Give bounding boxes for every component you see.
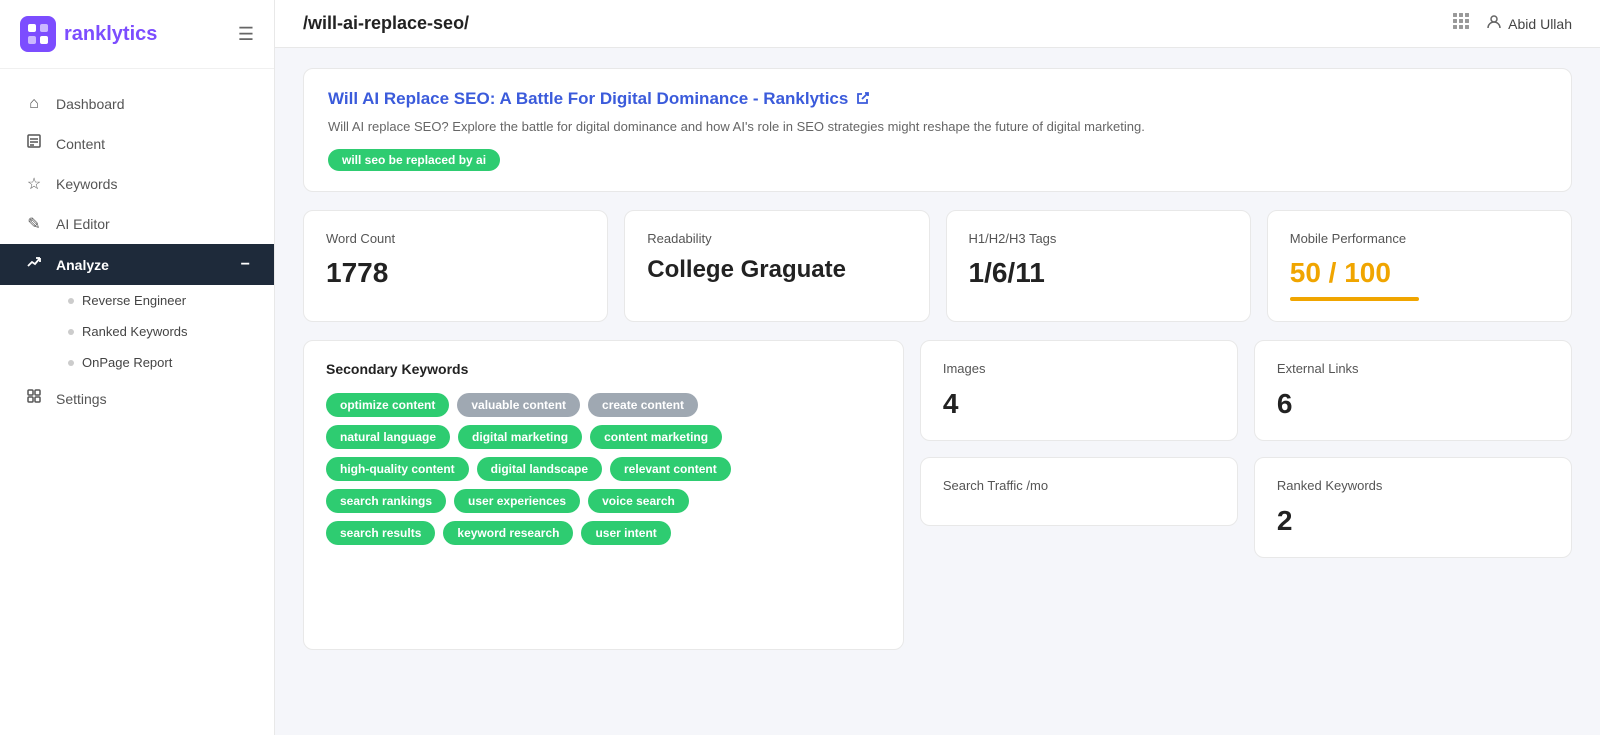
kw-tag[interactable]: natural language bbox=[326, 425, 450, 449]
keywords-title: Secondary Keywords bbox=[326, 361, 881, 377]
kw-tag[interactable]: valuable content bbox=[457, 393, 580, 417]
external-links-label: External Links bbox=[1277, 361, 1549, 376]
sidebar-item-ranked-keywords[interactable]: Ranked Keywords bbox=[56, 316, 274, 347]
mobile-perf-label: Mobile Performance bbox=[1290, 231, 1549, 246]
header-right: Abid Ullah bbox=[1452, 12, 1572, 35]
chart-icon bbox=[24, 254, 44, 275]
middle-col: Images 4 Search Traffic /mo bbox=[920, 340, 1238, 650]
keywords-row-2: natural language digital marketing conte… bbox=[326, 425, 877, 449]
search-traffic-label: Search Traffic /mo bbox=[943, 478, 1215, 493]
sidebar-item-content[interactable]: Content bbox=[0, 123, 274, 164]
stats-row: Word Count 1778 Readability College Grag… bbox=[303, 210, 1572, 323]
images-card: Images 4 bbox=[920, 340, 1238, 441]
article-tag[interactable]: will seo be replaced by ai bbox=[328, 149, 500, 171]
tags-value: 1/6/11 bbox=[969, 256, 1228, 290]
kw-tag[interactable]: content marketing bbox=[590, 425, 722, 449]
apps-icon[interactable] bbox=[1452, 12, 1470, 35]
bottom-row: Secondary Keywords optimize content valu… bbox=[303, 340, 1572, 650]
pen-icon: ✎ bbox=[24, 214, 44, 234]
external-links-card: External Links 6 bbox=[1254, 340, 1572, 441]
sidebar-item-label: AI Editor bbox=[56, 216, 110, 232]
right-col: External Links 6 Ranked Keywords 2 bbox=[1254, 340, 1572, 650]
mobile-perf-value: 50 / 100 bbox=[1290, 256, 1549, 290]
logo-text: ranklytics bbox=[64, 23, 157, 46]
collapse-icon: − bbox=[241, 256, 250, 274]
content-icon bbox=[24, 133, 44, 154]
word-count-value: 1778 bbox=[326, 256, 585, 290]
search-traffic-card: Search Traffic /mo bbox=[920, 457, 1238, 526]
page-path: /will-ai-replace-seo/ bbox=[303, 13, 469, 34]
keywords-row-4: search rankings user experiences voice s… bbox=[326, 489, 877, 513]
sub-item-label: OnPage Report bbox=[82, 355, 172, 370]
tags-label: H1/H2/H3 Tags bbox=[969, 231, 1228, 246]
kw-tag[interactable]: create content bbox=[588, 393, 698, 417]
main-content: /will-ai-replace-seo/ bbox=[275, 0, 1600, 735]
article-description: Will AI replace SEO? Explore the battle … bbox=[328, 117, 1547, 137]
sidebar-item-label: Dashboard bbox=[56, 96, 125, 112]
kw-tag[interactable]: user experiences bbox=[454, 489, 580, 513]
secondary-keywords-card: Secondary Keywords optimize content valu… bbox=[303, 340, 904, 650]
mobile-perf-bar bbox=[1290, 297, 1420, 301]
user-menu[interactable]: Abid Ullah bbox=[1486, 14, 1572, 33]
sidebar-item-settings[interactable]: Settings bbox=[0, 378, 274, 419]
keywords-row-5: search results keyword research user int… bbox=[326, 521, 877, 545]
readability-value: College Graguate bbox=[647, 256, 906, 285]
sidebar: ranklytics ☰ ⌂ Dashboard Content ☆ Keywo… bbox=[0, 0, 275, 735]
images-value: 4 bbox=[943, 388, 1215, 420]
star-icon: ☆ bbox=[24, 174, 44, 194]
mobile-perf-card: Mobile Performance 50 / 100 bbox=[1267, 210, 1572, 323]
sidebar-item-label: Keywords bbox=[56, 176, 117, 192]
kw-tag[interactable]: digital landscape bbox=[477, 457, 602, 481]
logo-icon bbox=[20, 16, 56, 52]
kw-tag[interactable]: high-quality content bbox=[326, 457, 469, 481]
kw-tag[interactable]: voice search bbox=[588, 489, 689, 513]
keywords-row-3: high-quality content digital landscape r… bbox=[326, 457, 877, 481]
header: /will-ai-replace-seo/ bbox=[275, 0, 1600, 48]
sub-item-label: Ranked Keywords bbox=[82, 324, 188, 339]
tags-card: H1/H2/H3 Tags 1/6/11 bbox=[946, 210, 1251, 323]
article-title[interactable]: Will AI Replace SEO: A Battle For Digita… bbox=[328, 89, 1547, 109]
kw-tag[interactable]: search results bbox=[326, 521, 435, 545]
sidebar-item-label: Settings bbox=[56, 391, 107, 407]
content-area: Will AI Replace SEO: A Battle For Digita… bbox=[275, 48, 1600, 735]
readability-card: Readability College Graguate bbox=[624, 210, 929, 323]
kw-tag[interactable]: keyword research bbox=[443, 521, 573, 545]
sidebar-item-onpage-report[interactable]: OnPage Report bbox=[56, 347, 274, 378]
external-link-icon bbox=[856, 91, 870, 108]
kw-tag[interactable]: relevant content bbox=[610, 457, 731, 481]
sidebar-nav: ⌂ Dashboard Content ☆ Keywords ✎ AI Edit… bbox=[0, 69, 274, 735]
kw-tag[interactable]: user intent bbox=[581, 521, 670, 545]
logo-area: ranklytics ☰ bbox=[0, 0, 274, 69]
ranked-keywords-value: 2 bbox=[1277, 505, 1549, 537]
article-card: Will AI Replace SEO: A Battle For Digita… bbox=[303, 68, 1572, 192]
sidebar-item-label: Analyze bbox=[56, 257, 109, 273]
sidebar-item-keywords[interactable]: ☆ Keywords bbox=[0, 164, 274, 204]
sub-item-label: Reverse Engineer bbox=[82, 293, 186, 308]
kw-tag[interactable]: search rankings bbox=[326, 489, 446, 513]
sidebar-item-dashboard[interactable]: ⌂ Dashboard bbox=[0, 85, 274, 123]
grid-icon bbox=[24, 388, 44, 409]
sidebar-item-ai-editor[interactable]: ✎ AI Editor bbox=[0, 204, 274, 244]
sidebar-item-reverse-engineer[interactable]: Reverse Engineer bbox=[56, 285, 274, 316]
sidebar-item-label: Content bbox=[56, 136, 105, 152]
images-label: Images bbox=[943, 361, 1215, 376]
user-icon bbox=[1486, 14, 1502, 33]
hamburger-icon[interactable]: ☰ bbox=[238, 24, 254, 45]
kw-tag[interactable]: optimize content bbox=[326, 393, 449, 417]
word-count-label: Word Count bbox=[326, 231, 585, 246]
sidebar-item-analyze[interactable]: Analyze − bbox=[0, 244, 274, 285]
ranked-keywords-label: Ranked Keywords bbox=[1277, 478, 1549, 493]
home-icon: ⌂ bbox=[24, 95, 44, 113]
keywords-body[interactable]: optimize content valuable content create… bbox=[326, 393, 881, 625]
external-links-value: 6 bbox=[1277, 388, 1549, 420]
keywords-row-1: optimize content valuable content create… bbox=[326, 393, 877, 417]
kw-tag[interactable]: digital marketing bbox=[458, 425, 582, 449]
user-name: Abid Ullah bbox=[1508, 16, 1572, 32]
word-count-card: Word Count 1778 bbox=[303, 210, 608, 323]
readability-label: Readability bbox=[647, 231, 906, 246]
ranked-keywords-card: Ranked Keywords 2 bbox=[1254, 457, 1572, 558]
analyze-subnav: Reverse Engineer Ranked Keywords OnPage … bbox=[0, 285, 274, 378]
